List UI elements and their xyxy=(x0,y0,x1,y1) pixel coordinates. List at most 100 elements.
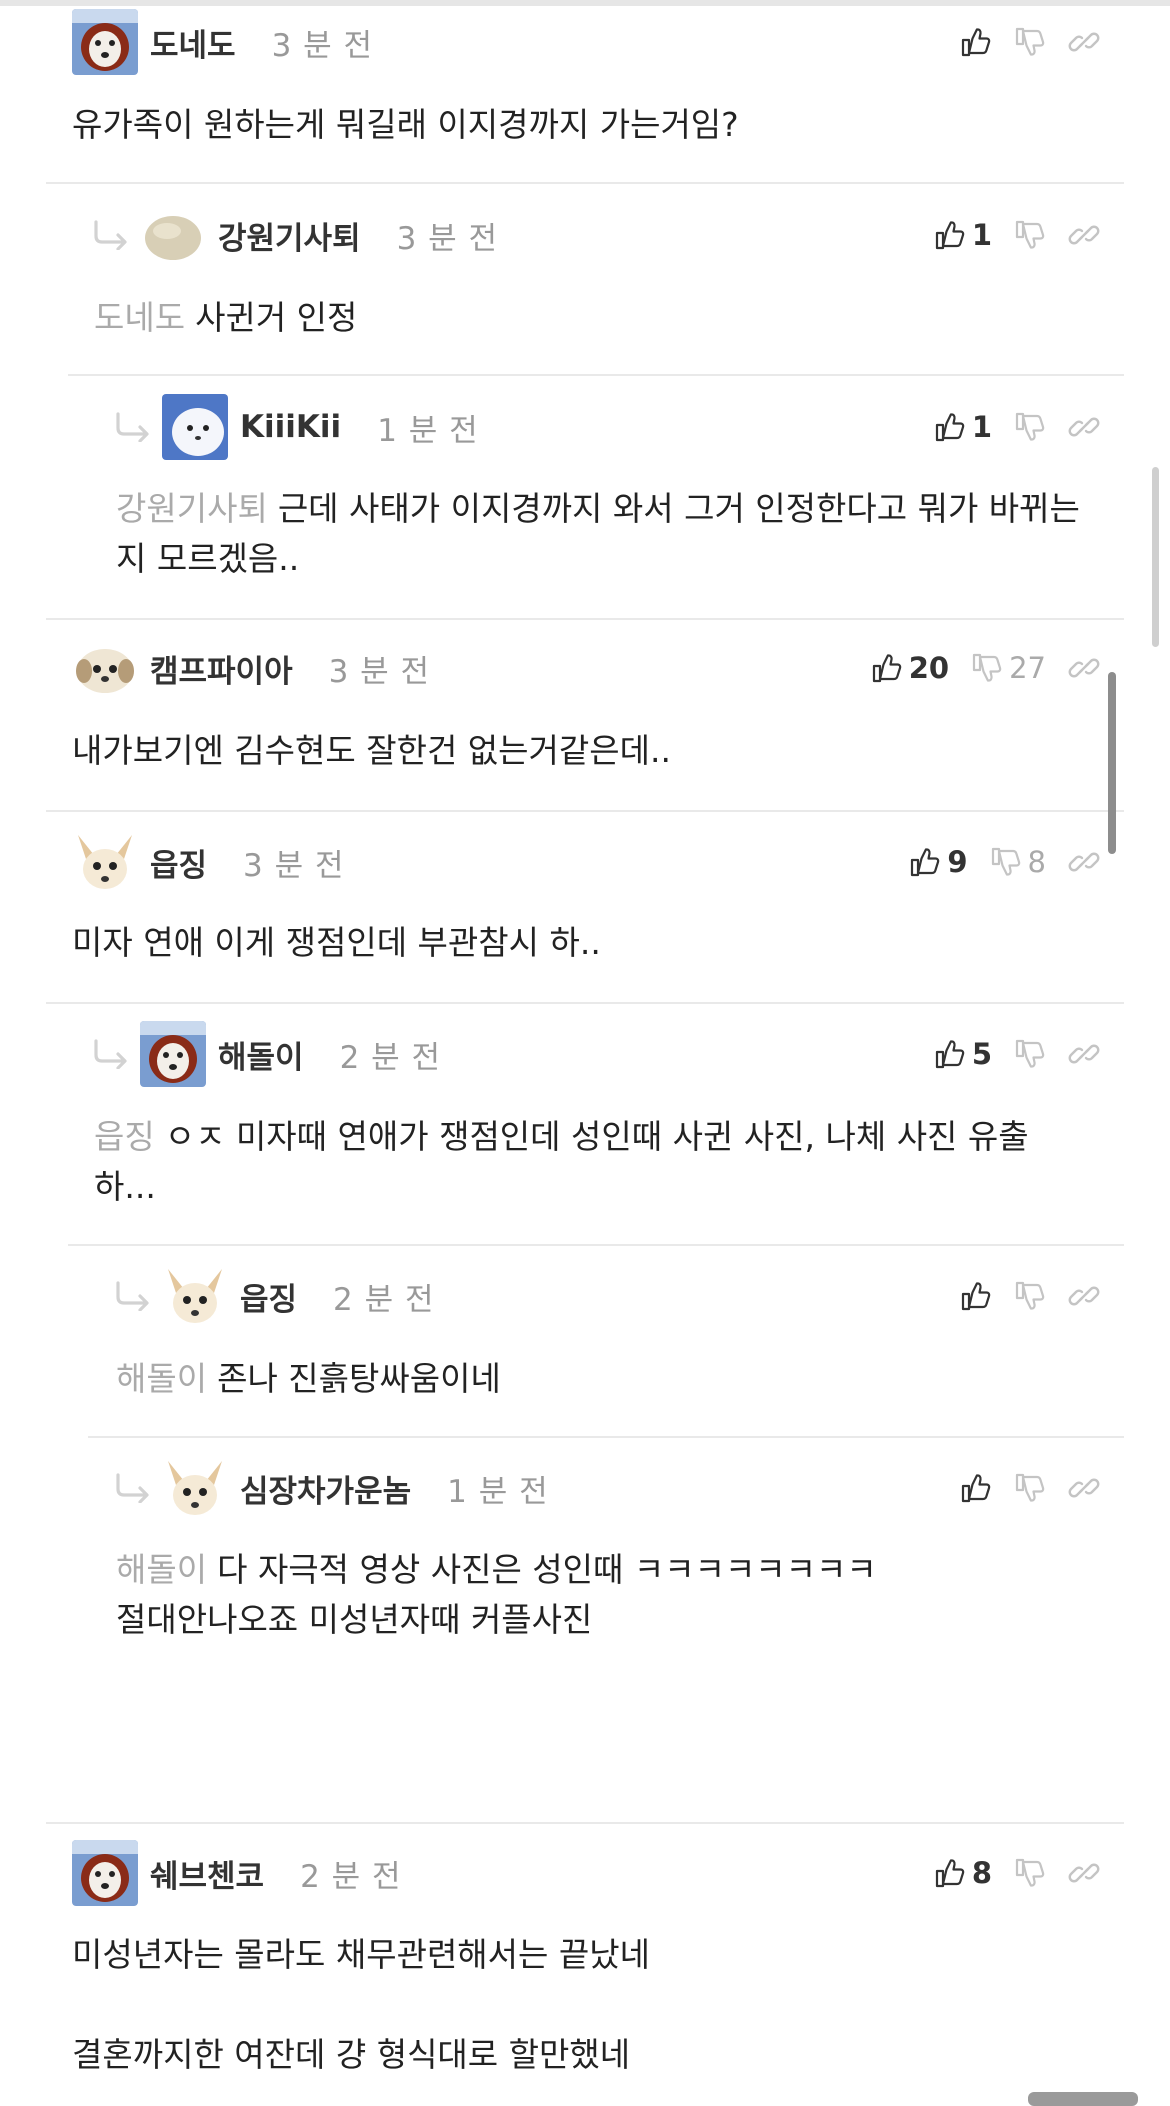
author-name[interactable]: 쉐브첸코 xyxy=(150,1851,264,1896)
comment-actions: 20 27 xyxy=(849,638,1100,698)
avatar[interactable] xyxy=(72,9,138,75)
dislike-button[interactable] xyxy=(1014,26,1046,58)
divider xyxy=(68,374,1124,376)
timestamp: 2 분 전 xyxy=(300,1858,402,1895)
reply-arrow-icon xyxy=(90,1039,130,1069)
like-count: 1 xyxy=(971,218,992,252)
mention[interactable]: 해돌이 xyxy=(116,1359,207,1398)
share-link-button[interactable] xyxy=(1068,846,1100,878)
like-button[interactable]: 1 xyxy=(934,410,992,444)
reply-arrow-icon xyxy=(112,1281,152,1311)
author-name[interactable]: 읍징 xyxy=(150,840,207,885)
author-name[interactable]: 도네도 xyxy=(150,20,236,65)
author-name[interactable]: 해돌이 xyxy=(218,1032,304,1077)
comment-actions xyxy=(938,1266,1100,1326)
mention[interactable]: 강원기사퇴 xyxy=(116,489,268,528)
reply-arrow-icon xyxy=(112,412,152,442)
dislike-button[interactable] xyxy=(1014,219,1046,251)
share-link-button[interactable] xyxy=(1068,1857,1100,1889)
like-button[interactable] xyxy=(960,26,992,58)
dislike-button[interactable] xyxy=(1014,411,1046,443)
thumb-up-icon xyxy=(934,219,966,251)
page-scrollbar[interactable] xyxy=(1152,467,1159,647)
thumb-up-icon xyxy=(871,652,903,684)
link-icon xyxy=(1068,411,1100,443)
avatar[interactable] xyxy=(162,394,228,460)
timestamp: 3 분 전 xyxy=(243,847,345,884)
comment-header: 읍징 2 분 전 xyxy=(112,1266,435,1326)
comment-actions: 5 xyxy=(912,1024,1100,1084)
comment-text: 미성년자는 몰라도 채무관련해서는 끝났네 결혼까지한 여잔데 걍 형식대로 할… xyxy=(72,1930,1090,2080)
dislike-count: 8 xyxy=(1027,845,1046,879)
like-button[interactable]: 8 xyxy=(934,1856,992,1890)
comment-text-line: 결혼까지한 여잔데 걍 형식대로 할만했네 xyxy=(72,2035,631,2074)
like-button[interactable] xyxy=(960,1472,992,1504)
thumb-up-icon xyxy=(934,1038,966,1070)
share-link-button[interactable] xyxy=(1068,652,1100,684)
avatar[interactable] xyxy=(162,1263,228,1329)
thumb-up-icon xyxy=(960,1472,992,1504)
author-name[interactable]: 캠프파이아 xyxy=(150,646,293,691)
comment-text-line: 사귄거 인정 xyxy=(195,298,358,337)
share-link-button[interactable] xyxy=(1068,1280,1100,1312)
dislike-button[interactable] xyxy=(1014,1472,1046,1504)
like-button[interactable]: 1 xyxy=(934,218,992,252)
avatar[interactable] xyxy=(140,202,206,268)
like-button[interactable]: 9 xyxy=(909,845,968,879)
avatar[interactable] xyxy=(140,1021,206,1087)
thumb-down-icon xyxy=(1014,1280,1046,1312)
share-link-button[interactable] xyxy=(1068,411,1100,443)
comment-text: 도네도 사귄거 인정 xyxy=(94,293,1090,343)
comment-header: 쉐브첸코 2 분 전 xyxy=(72,1843,402,1903)
divider xyxy=(88,1436,1124,1438)
timestamp: 3 분 전 xyxy=(271,27,374,64)
divider xyxy=(68,1244,1124,1246)
dislike-button[interactable]: 27 xyxy=(971,651,1046,685)
timestamp: 1 분 전 xyxy=(377,412,479,449)
share-link-button[interactable] xyxy=(1068,1472,1100,1504)
like-button[interactable] xyxy=(960,1280,992,1312)
dislike-button[interactable] xyxy=(1014,1857,1046,1889)
mention[interactable]: 해돌이 xyxy=(116,1550,207,1589)
link-icon xyxy=(1068,219,1100,251)
link-icon xyxy=(1068,1857,1100,1889)
link-icon xyxy=(1068,652,1100,684)
comment-text: 내가보기엔 김수현도 잘한건 없는거같은데.. xyxy=(72,726,1090,776)
comment-actions xyxy=(938,12,1100,72)
timestamp: 3 분 전 xyxy=(328,653,431,690)
dislike-button[interactable] xyxy=(1014,1038,1046,1070)
share-link-button[interactable] xyxy=(1068,26,1100,58)
bottom-handle[interactable] xyxy=(1028,2092,1138,2106)
thumb-up-icon xyxy=(960,1280,992,1312)
comment-actions: 1 xyxy=(912,397,1100,457)
comment-header: KiiiKii 1 분 전 xyxy=(112,397,479,457)
like-count: 8 xyxy=(971,1856,992,1890)
author-name[interactable]: 강원기사퇴 xyxy=(218,213,361,258)
divider xyxy=(46,810,1124,812)
author-name[interactable]: KiiiKii xyxy=(240,409,341,445)
comment-scrollbar[interactable] xyxy=(1108,672,1116,854)
dislike-count: 27 xyxy=(1009,651,1046,685)
avatar[interactable] xyxy=(72,635,138,701)
divider xyxy=(46,1822,1124,1824)
reply-arrow-icon xyxy=(112,1473,152,1503)
author-name[interactable]: 심장차가운놈 xyxy=(240,1466,411,1511)
avatar[interactable] xyxy=(72,829,138,895)
like-button[interactable]: 5 xyxy=(934,1037,992,1071)
divider xyxy=(46,618,1124,620)
like-count: 20 xyxy=(908,651,950,685)
avatar[interactable] xyxy=(162,1455,228,1521)
share-link-button[interactable] xyxy=(1068,219,1100,251)
mention[interactable]: 읍징 xyxy=(94,1117,155,1156)
author-name[interactable]: 읍징 xyxy=(240,1274,297,1319)
comment-text-line: ㅇㅈ 미자때 연애가 쟁점인데 성인때 사귄 사진, 나체 사진 유출 하... xyxy=(94,1117,1029,1206)
mention[interactable]: 도네도 xyxy=(94,298,185,337)
comment-actions: 8 xyxy=(912,1843,1100,1903)
comment-text: 읍징 ㅇㅈ 미자때 연애가 쟁점인데 성인때 사귄 사진, 나체 사진 유출 하.… xyxy=(94,1112,1090,1212)
dislike-button[interactable] xyxy=(1014,1280,1046,1312)
share-link-button[interactable] xyxy=(1068,1038,1100,1070)
dislike-button[interactable]: 8 xyxy=(990,845,1046,879)
avatar[interactable] xyxy=(72,1840,138,1906)
like-button[interactable]: 20 xyxy=(871,651,949,685)
